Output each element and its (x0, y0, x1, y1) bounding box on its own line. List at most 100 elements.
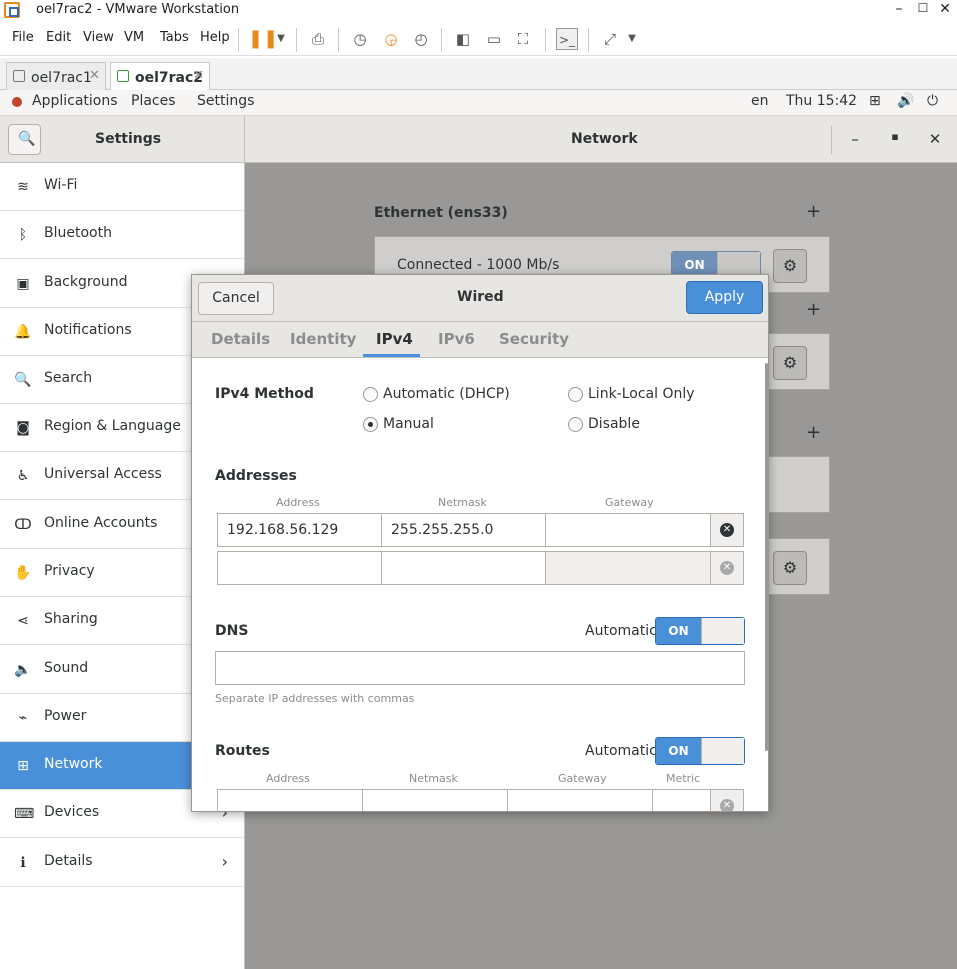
add-connection-icon[interactable]: + (806, 201, 821, 222)
dns-field[interactable] (215, 651, 745, 685)
remove-route-button[interactable]: ✕ (710, 789, 744, 811)
remove-address-button[interactable]: ✕ (710, 551, 744, 585)
sidebar-item-label: Wi-Fi (44, 177, 78, 193)
settings-sidebar-header: 🔍 Settings (0, 116, 245, 163)
tab-ipv4[interactable]: IPv4 (376, 330, 413, 348)
menu-vm[interactable]: VM (124, 30, 144, 45)
snapshot-icon[interactable]: ◷ (349, 28, 371, 50)
gateway-field[interactable] (545, 513, 711, 547)
toolbar-separator (545, 28, 546, 52)
send-ctrl-alt-del-icon[interactable]: ⎙ (307, 28, 329, 50)
dialog-scrollbar[interactable] (765, 363, 768, 751)
menu-tabs[interactable]: Tabs (160, 30, 189, 45)
settings-app-menu[interactable]: Settings (197, 93, 254, 109)
power-icon[interactable]: ⏻ (927, 93, 938, 109)
ethernet-section-title: Ethernet (ens33) (374, 205, 508, 221)
tab-security[interactable]: Security (499, 330, 569, 348)
maximize-icon[interactable]: ☐ (913, 1, 933, 15)
sidebar-item-label: Search (44, 370, 93, 386)
tab-ipv6[interactable]: IPv6 (438, 330, 475, 348)
sidebar-item-bluetooth[interactable]: ᛒ Bluetooth (0, 211, 244, 259)
places-menu[interactable]: Places (131, 93, 176, 109)
tab-identity[interactable]: Identity (290, 330, 356, 348)
maximize-window-icon[interactable]: ▪ (885, 130, 905, 143)
sidebar-item-label: Notifications (44, 322, 132, 338)
clock[interactable]: Thu 15:42 (786, 93, 857, 109)
library-view-icon[interactable]: ◧ (452, 28, 474, 50)
dialog-tabs: Details Identity IPv4 IPv6 Security (192, 322, 768, 358)
address-field[interactable] (217, 551, 382, 585)
add-proxy-icon[interactable]: + (806, 422, 821, 443)
full-screen-icon[interactable]: ⛶ (512, 28, 534, 50)
network-icon: ⊞ (17, 758, 29, 774)
input-language-indicator[interactable]: en (751, 93, 769, 109)
apply-button[interactable]: Apply (686, 281, 763, 314)
route-address-field[interactable] (217, 789, 363, 811)
gear-icon[interactable]: ⚙ (773, 346, 807, 380)
network-status-icon[interactable]: ⊞ (869, 93, 881, 109)
radio-disable[interactable] (568, 417, 583, 432)
netmask-field[interactable]: 255.255.255.0 (381, 513, 546, 547)
route-netmask-field[interactable] (362, 789, 508, 811)
close-tab-icon[interactable]: ✕ (89, 68, 100, 83)
minimize-icon[interactable]: – (889, 1, 909, 17)
route-metric-field[interactable] (652, 789, 712, 811)
gear-icon[interactable]: ⚙ (773, 551, 807, 585)
dns-automatic-label: Automatic (585, 623, 657, 639)
applications-menu[interactable]: Applications (32, 93, 118, 109)
remove-address-button[interactable]: ✕ (710, 513, 744, 547)
routes-automatic-switch[interactable]: ON (655, 737, 745, 765)
terminal-icon[interactable]: >_ (556, 28, 578, 50)
menu-help[interactable]: Help (200, 30, 230, 45)
routes-automatic-label: Automatic (585, 743, 657, 759)
close-window-icon[interactable]: ✕ (925, 130, 945, 148)
close-tab-icon[interactable]: ✕ (193, 68, 204, 83)
radio-label: Link-Local Only (588, 386, 695, 402)
route-gateway-field[interactable] (507, 789, 653, 811)
vm-running-icon (117, 70, 129, 82)
search-button[interactable]: 🔍 (8, 124, 41, 155)
snapshot-manager-icon[interactable]: ◴ (410, 28, 432, 50)
console-view-icon[interactable]: ▭ (483, 28, 505, 50)
sidebar-item-wifi[interactable]: ≋ Wi-Fi (0, 163, 244, 211)
settings-title: Settings (95, 131, 162, 147)
sidebar-item-details[interactable]: ℹ Details › (0, 839, 244, 887)
camera-icon: ◙ (16, 420, 30, 436)
netmask-field[interactable] (381, 551, 546, 585)
routes-title: Routes (215, 743, 270, 759)
vm-tab-oel7rac1[interactable]: oel7rac1 ✕ (6, 62, 106, 90)
accessibility-icon: ♿ (16, 468, 30, 484)
close-icon[interactable]: ✕ (935, 1, 955, 17)
tab-details[interactable]: Details (211, 330, 270, 348)
address-field[interactable]: 192.168.56.129 (217, 513, 382, 547)
menu-view[interactable]: View (83, 30, 114, 45)
revert-snapshot-icon[interactable]: ◶ (380, 28, 402, 50)
gnome-top-bar: Applications Places Settings en Thu 15:4… (0, 90, 957, 116)
pause-icon[interactable]: ❚❚ (248, 28, 278, 50)
sidebar-item-label: Bluetooth (44, 225, 112, 241)
toolbar-separator (238, 28, 239, 52)
radio-manual[interactable] (363, 417, 378, 432)
search-icon: 🔍 (14, 372, 32, 388)
dns-automatic-switch[interactable]: ON (655, 617, 745, 645)
minimize-window-icon[interactable]: – (845, 130, 865, 148)
menu-edit[interactable]: Edit (46, 30, 71, 45)
sidebar-item-label: Universal Access (44, 466, 162, 482)
gear-icon[interactable]: ⚙ (773, 249, 807, 283)
online-accounts-icon: ↀ (14, 517, 32, 533)
cancel-button[interactable]: Cancel (198, 282, 274, 315)
stretch-icon[interactable]: ⤢ (599, 28, 621, 50)
menu-file[interactable]: File (12, 30, 34, 45)
radio-automatic-dhcp[interactable] (363, 387, 378, 402)
sidebar-item-label: Sound (44, 660, 89, 676)
volume-icon[interactable]: 🔊 (897, 93, 914, 109)
dialog-title: Wired (457, 289, 504, 305)
dropdown-arrow-icon[interactable]: ▼ (270, 28, 292, 50)
vm-tab-oel7rac2[interactable]: oel7rac2 ✕ (110, 62, 210, 90)
dropdown-arrow-icon[interactable]: ▼ (621, 28, 643, 50)
radio-link-local[interactable] (568, 387, 583, 402)
gateway-field[interactable] (545, 551, 711, 585)
clear-icon: ✕ (720, 561, 734, 575)
route-header-netmask: Netmask (409, 772, 458, 785)
add-vpn-icon[interactable]: + (806, 299, 821, 320)
